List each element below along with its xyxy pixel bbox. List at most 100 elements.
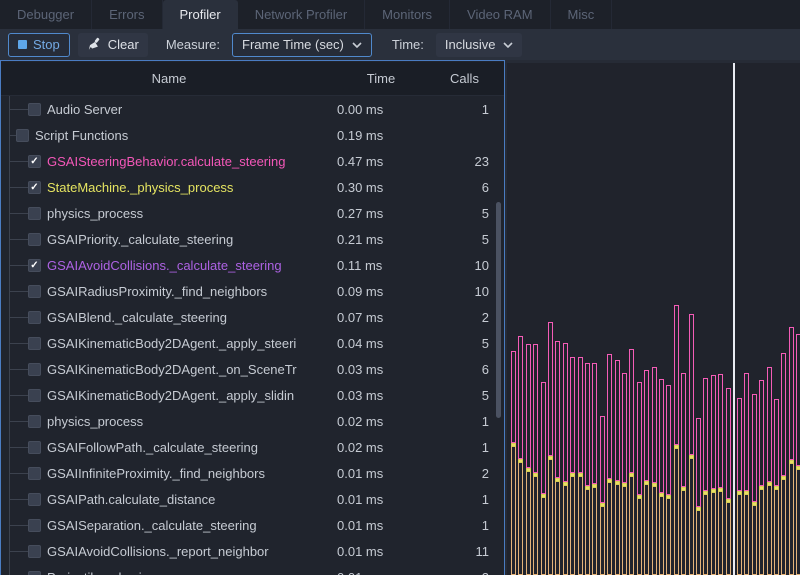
table-row[interactable]: GSAIPath.calculate_distance0.01 ms1 bbox=[1, 486, 504, 512]
chevron-down-icon bbox=[503, 42, 513, 48]
row-checkbox[interactable] bbox=[28, 389, 41, 402]
row-checkbox[interactable] bbox=[16, 129, 29, 142]
row-checkbox[interactable] bbox=[28, 311, 41, 324]
table-row[interactable]: physics_process0.27 ms5 bbox=[1, 200, 504, 226]
table-scrollbar-thumb[interactable] bbox=[496, 202, 501, 418]
table-row[interactable]: Audio Server0.00 ms1 bbox=[1, 96, 504, 122]
tab-network-profiler[interactable]: Network Profiler bbox=[238, 0, 365, 29]
table-row[interactable]: GSAIBlend._calculate_steering0.07 ms2 bbox=[1, 304, 504, 330]
column-header-calls[interactable]: Calls bbox=[425, 71, 504, 86]
tab-misc[interactable]: Misc bbox=[551, 0, 613, 29]
row-checkbox-checked[interactable]: ✓ bbox=[28, 259, 41, 272]
tab-errors[interactable]: Errors bbox=[92, 0, 162, 29]
table-row[interactable]: ✓StateMachine._physics_process0.30 ms6 bbox=[1, 174, 504, 200]
graph-bar-pink bbox=[615, 360, 620, 481]
stop-button[interactable]: Stop bbox=[8, 33, 70, 57]
graph-bar-pink bbox=[666, 385, 671, 495]
row-checkbox[interactable] bbox=[28, 545, 41, 558]
graph-bar-tan bbox=[674, 449, 679, 575]
row-checkbox[interactable] bbox=[28, 233, 41, 246]
graph-bar-tan bbox=[703, 495, 708, 575]
table-row[interactable]: ✓GSAIAvoidCollisions._calculate_steering… bbox=[1, 252, 504, 278]
graph-bar-pink bbox=[526, 344, 531, 468]
tab-video-ram[interactable]: Video RAM bbox=[450, 0, 551, 29]
graph-bar-tan bbox=[774, 490, 779, 575]
tree-branch-line bbox=[9, 525, 28, 526]
row-checkbox[interactable] bbox=[28, 441, 41, 454]
clear-button[interactable]: Clear bbox=[78, 33, 148, 57]
tab-profiler[interactable]: Profiler bbox=[163, 0, 238, 29]
graph-frame-cursor[interactable] bbox=[733, 63, 735, 575]
table-row[interactable]: Projectile._physics_process0.01 ms2 bbox=[1, 564, 504, 575]
tree-branch-line bbox=[9, 369, 28, 370]
row-checkbox[interactable] bbox=[28, 571, 41, 575]
row-checkbox[interactable] bbox=[28, 285, 41, 298]
graph-bar-tan bbox=[681, 491, 686, 575]
graph-bar-pink bbox=[533, 344, 538, 473]
graph-bar-tan bbox=[744, 495, 749, 575]
row-calls: 6 bbox=[425, 180, 504, 195]
stop-button-label: Stop bbox=[33, 37, 60, 52]
row-checkbox[interactable] bbox=[28, 103, 41, 116]
graph-bar-tan bbox=[652, 487, 657, 575]
table-row[interactable]: ✓GSAISteeringBehavior.calculate_steering… bbox=[1, 148, 504, 174]
tab-monitors[interactable]: Monitors bbox=[365, 0, 450, 29]
table-row[interactable]: GSAIKinematicBody2DAgent._apply_slidin0.… bbox=[1, 382, 504, 408]
tree-branch-line bbox=[9, 161, 28, 162]
tab-debugger[interactable]: Debugger bbox=[0, 0, 92, 29]
row-function-name: GSAISeparation._calculate_steering bbox=[47, 518, 257, 533]
column-header-time[interactable]: Time bbox=[337, 71, 425, 86]
row-calls: 1 bbox=[425, 102, 504, 117]
table-row[interactable]: GSAIKinematicBody2DAgent._apply_steeri0.… bbox=[1, 330, 504, 356]
table-row[interactable]: GSAIKinematicBody2DAgent._on_SceneTr0.03… bbox=[1, 356, 504, 382]
graph-bar-tan bbox=[767, 486, 772, 575]
graph-bar-pink bbox=[726, 388, 731, 499]
row-checkbox[interactable] bbox=[28, 415, 41, 428]
table-row[interactable]: GSAIPriority._calculate_steering0.21 ms5 bbox=[1, 226, 504, 252]
tree-branch-line bbox=[9, 109, 28, 110]
table-row[interactable]: GSAIRadiusProximity._find_neighbors0.09 … bbox=[1, 278, 504, 304]
row-checkbox[interactable] bbox=[28, 493, 41, 506]
graph-bar-tan bbox=[570, 477, 575, 575]
row-checkbox-checked[interactable]: ✓ bbox=[28, 155, 41, 168]
time-dropdown[interactable]: Inclusive bbox=[436, 33, 523, 57]
measure-dropdown[interactable]: Frame Time (sec) bbox=[232, 33, 372, 57]
graph-bar-tan bbox=[759, 490, 764, 575]
row-calls: 5 bbox=[425, 232, 504, 247]
graph-bar-pink bbox=[774, 399, 779, 486]
table-row[interactable]: physics_process0.02 ms1 bbox=[1, 408, 504, 434]
row-calls: 1 bbox=[425, 492, 504, 507]
graph-bar-tan bbox=[563, 486, 568, 575]
table-row[interactable]: GSAIFollowPath._calculate_steering0.02 m… bbox=[1, 434, 504, 460]
row-time: 0.01 ms bbox=[337, 544, 425, 559]
row-checkbox[interactable] bbox=[28, 363, 41, 376]
row-checkbox[interactable] bbox=[28, 207, 41, 220]
row-checkbox[interactable] bbox=[28, 519, 41, 532]
tree-branch-line bbox=[9, 187, 28, 188]
row-time: 0.21 ms bbox=[337, 232, 425, 247]
column-header-name[interactable]: Name bbox=[1, 71, 337, 86]
profiler-graph[interactable] bbox=[507, 63, 800, 575]
row-checkbox[interactable] bbox=[28, 337, 41, 350]
row-time: 0.09 ms bbox=[337, 284, 425, 299]
row-checkbox-checked[interactable]: ✓ bbox=[28, 181, 41, 194]
row-calls: 10 bbox=[425, 284, 504, 299]
graph-bar-tan bbox=[666, 499, 671, 575]
profiler-toolbar: Stop Clear Measure: Frame Time (sec) Tim… bbox=[0, 29, 800, 60]
row-calls: 5 bbox=[425, 388, 504, 403]
graph-bar-pink bbox=[789, 327, 794, 460]
graph-bar-pink bbox=[718, 374, 723, 488]
table-row[interactable]: GSAISeparation._calculate_steering0.01 m… bbox=[1, 512, 504, 538]
table-row[interactable]: Script Functions0.19 ms bbox=[1, 122, 504, 148]
row-calls: 2 bbox=[425, 310, 504, 325]
row-time: 0.01 ms bbox=[337, 466, 425, 481]
graph-bar-pink bbox=[674, 305, 679, 445]
table-row[interactable]: GSAIInfiniteProximity._find_neighbors0.0… bbox=[1, 460, 504, 486]
table-row[interactable]: GSAIAvoidCollisions._report_neighbor0.01… bbox=[1, 538, 504, 564]
row-function-name: GSAIFollowPath._calculate_steering bbox=[47, 440, 258, 455]
graph-bar-pink bbox=[511, 351, 516, 443]
row-checkbox[interactable] bbox=[28, 467, 41, 480]
graph-bar-tan bbox=[644, 485, 649, 575]
tree-branch-line bbox=[9, 551, 28, 552]
graph-bar-pink bbox=[696, 418, 701, 507]
